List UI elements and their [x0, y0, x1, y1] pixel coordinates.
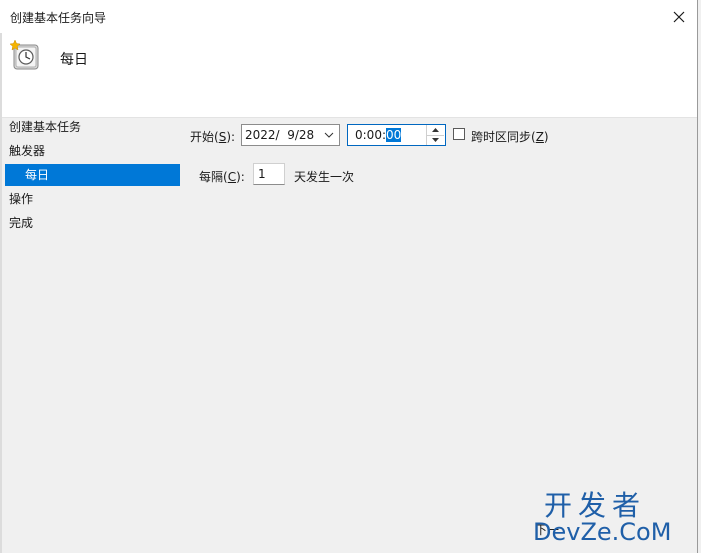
start-time-selected-seconds: 00: [386, 128, 402, 142]
title-bar: 创建基本任务向导: [0, 0, 697, 33]
start-time-value: 0:00:00: [355, 128, 402, 142]
close-icon: [673, 11, 685, 22]
wizard-window: 创建基本任务向导 每日 创建基本任务 触发器 每日 操作 完成 开始(S): 2…: [0, 0, 698, 553]
sync-timezone-label: 跨时区同步(Z): [471, 130, 549, 144]
spin-down-icon[interactable]: [427, 135, 444, 145]
nav-step-daily[interactable]: 每日: [5, 164, 180, 186]
recur-suffix: 天发生一次: [294, 170, 355, 184]
task-scheduler-clock-icon: [9, 39, 41, 71]
start-label: 开始(S):: [190, 130, 236, 144]
watermark: 开发者 DevZe.CoM: [525, 484, 695, 546]
close-button[interactable]: [661, 0, 697, 33]
nav-step-action[interactable]: 操作: [9, 190, 33, 208]
start-date-value: 2022/ 9/28: [245, 128, 315, 142]
recur-days-input[interactable]: 1: [253, 163, 285, 185]
trigger-settings: 开始(S): 2022/ 9/28 0:00:00 跨时区同步(Z) 每隔(C)…: [182, 118, 697, 538]
nav-step-finish[interactable]: 完成: [9, 214, 33, 232]
nav-step-create-basic-task[interactable]: 创建基本任务: [9, 118, 81, 136]
watermark-en: DevZe.CoM: [533, 518, 672, 546]
sync-timezone-checkbox[interactable]: [453, 128, 465, 140]
page-heading: 每日: [60, 52, 88, 68]
wizard-header: 每日: [0, 33, 697, 118]
left-border: [0, 33, 2, 553]
recur-days-value: 1: [258, 167, 266, 181]
window-title: 创建基本任务向导: [10, 11, 107, 25]
chevron-down-icon[interactable]: [321, 127, 337, 143]
recur-label: 每隔(C):: [199, 170, 245, 184]
time-spinner[interactable]: [426, 125, 444, 145]
nav-step-trigger[interactable]: 触发器: [9, 142, 45, 160]
start-date-picker[interactable]: 2022/ 9/28: [241, 124, 340, 146]
